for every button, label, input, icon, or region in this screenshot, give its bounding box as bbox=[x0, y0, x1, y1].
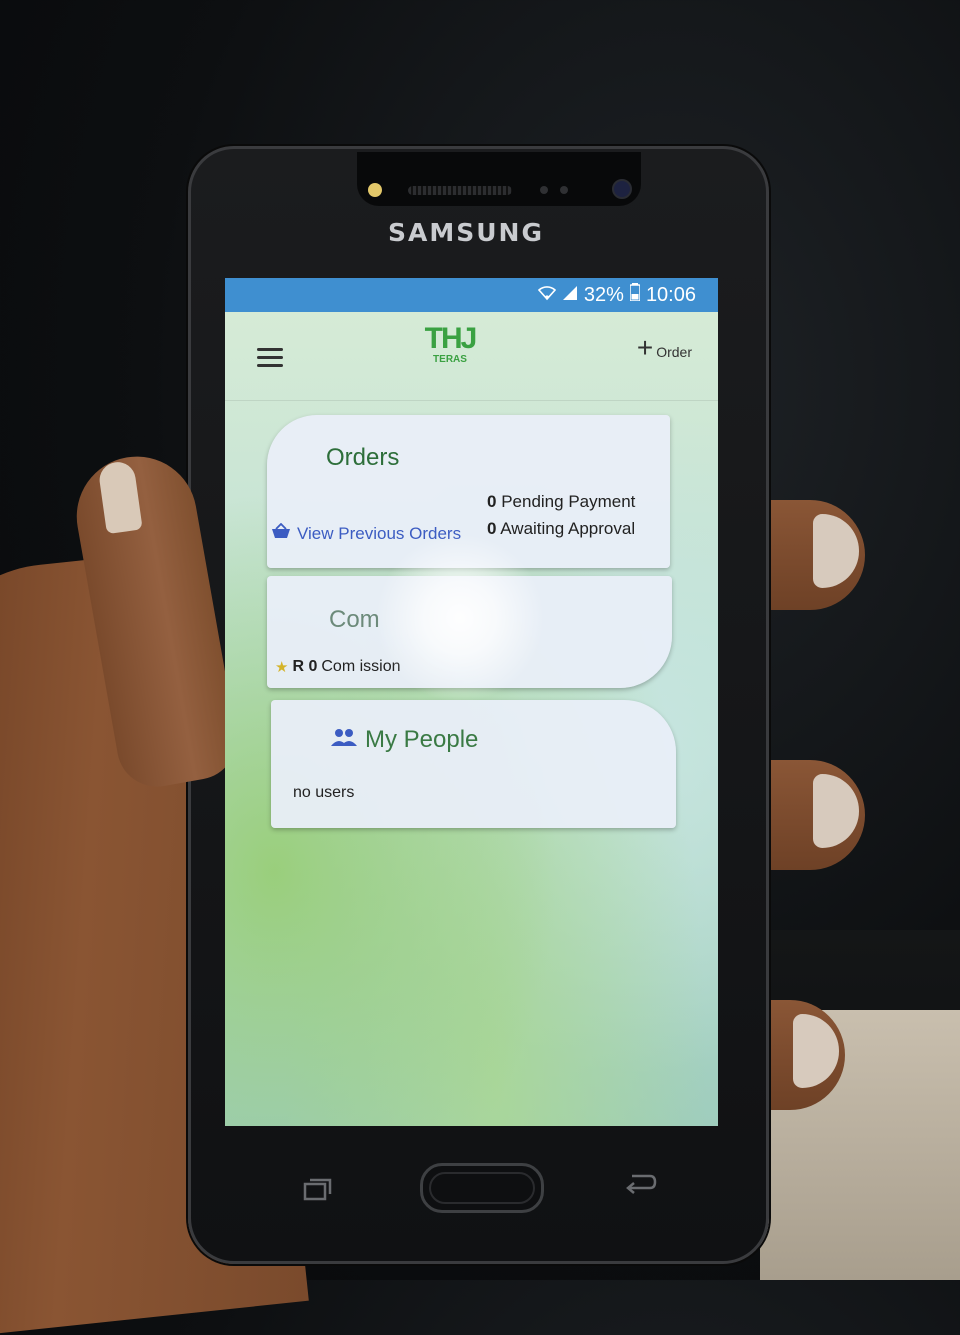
front-camera-icon bbox=[612, 179, 632, 199]
commission-stat: ★ R 0 Com ission bbox=[275, 658, 401, 676]
app-bar: THJ TERAS + Order bbox=[225, 312, 718, 400]
app-bar-divider bbox=[225, 400, 718, 401]
logo-text: THJ bbox=[424, 322, 478, 355]
basket-icon bbox=[271, 522, 291, 544]
my-people-title: My People bbox=[365, 726, 479, 753]
phone-brand: SAMSUNG bbox=[388, 218, 544, 247]
awaiting-label: Awaiting Approval bbox=[500, 519, 636, 538]
phone-screen: 32% 10:06 THJ TERAS + Order Orders 0 Pen… bbox=[225, 278, 718, 1126]
empty-users-text: no users bbox=[293, 784, 355, 801]
proximity-sensor bbox=[540, 186, 548, 194]
light-sensor bbox=[560, 186, 568, 194]
recent-apps-icon[interactable] bbox=[303, 1178, 333, 1202]
status-indicators: 32% 10:06 bbox=[537, 283, 696, 307]
hamburger-menu-icon[interactable] bbox=[257, 348, 283, 372]
add-order-label: Order bbox=[656, 344, 692, 360]
my-people-header: My People bbox=[331, 726, 478, 754]
my-people-card[interactable]: My People no users bbox=[271, 700, 676, 828]
orders-title: Orders bbox=[326, 444, 400, 471]
commission-title: Com bbox=[329, 606, 380, 633]
fingernail bbox=[793, 1014, 839, 1088]
plus-icon: + bbox=[636, 332, 654, 363]
signal-icon bbox=[562, 284, 578, 307]
logo-subtext: TERAS bbox=[433, 354, 467, 365]
star-icon: ★ bbox=[275, 659, 289, 676]
awaiting-approval-stat: 0 Awaiting Approval bbox=[487, 519, 635, 539]
clock: 10:06 bbox=[645, 283, 696, 306]
battery-percent: 32% bbox=[583, 283, 624, 306]
earpiece-speaker bbox=[408, 186, 512, 195]
people-icon bbox=[331, 728, 357, 752]
flash-icon bbox=[368, 183, 382, 197]
pending-label: Pending Payment bbox=[501, 492, 636, 511]
wifi-icon bbox=[537, 284, 557, 307]
fingernail bbox=[813, 774, 859, 848]
status-bar: 32% 10:06 bbox=[225, 278, 718, 312]
pending-payment-stat: 0 Pending Payment bbox=[487, 492, 635, 512]
home-button[interactable] bbox=[420, 1163, 544, 1213]
back-icon[interactable] bbox=[624, 1172, 658, 1203]
add-order-button[interactable]: + Order bbox=[637, 334, 692, 362]
fingernail bbox=[813, 514, 859, 588]
screen-glare bbox=[375, 533, 545, 703]
awaiting-count: 0 bbox=[487, 519, 497, 538]
battery-icon bbox=[629, 283, 641, 307]
app-logo: THJ TERAS bbox=[417, 324, 483, 384]
pending-count: 0 bbox=[487, 492, 497, 511]
phone-top-bezel bbox=[357, 152, 641, 206]
commission-amount: R 0 bbox=[292, 658, 318, 675]
